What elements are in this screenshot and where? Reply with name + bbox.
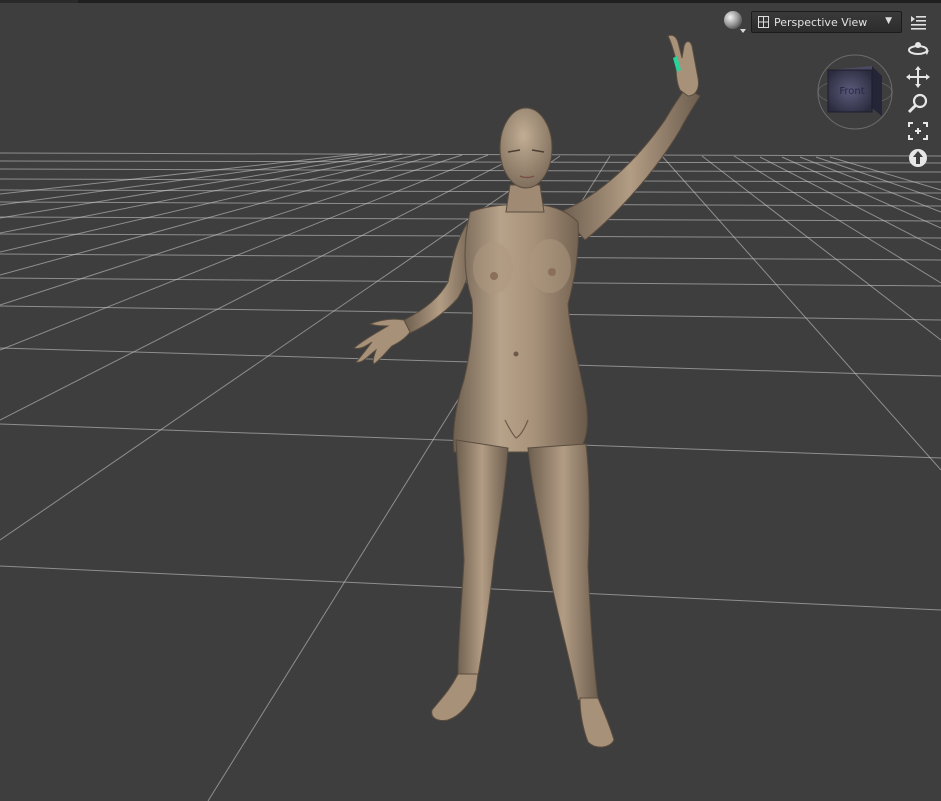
viewport-options-button[interactable] bbox=[908, 12, 928, 32]
chevron-down-icon: ▼ bbox=[885, 16, 892, 26]
home-view-button[interactable] bbox=[906, 147, 930, 169]
view-select-label: Perspective View bbox=[774, 16, 868, 29]
view-select-dropdown[interactable]: Perspective View ▼ bbox=[751, 11, 902, 33]
frame-tool-button[interactable] bbox=[906, 120, 930, 142]
viewport-top-border bbox=[0, 0, 941, 3]
orbit-tool-button[interactable] bbox=[906, 38, 930, 60]
zoom-tool-button[interactable] bbox=[906, 93, 930, 115]
scene-canvas[interactable] bbox=[0, 0, 941, 801]
pan-tool-button[interactable] bbox=[906, 66, 930, 88]
draw-style-button[interactable] bbox=[722, 9, 750, 35]
frame-icon bbox=[908, 122, 928, 140]
orbit-icon bbox=[908, 42, 929, 55]
human-figure[interactable] bbox=[352, 34, 701, 748]
home-icon bbox=[909, 149, 927, 167]
layout-grid-icon bbox=[758, 16, 769, 31]
panel-menu-icon bbox=[911, 16, 926, 30]
3d-viewport[interactable]: Perspective View ▼ Front bbox=[0, 0, 941, 801]
magnify-icon bbox=[907, 93, 928, 114]
view-cube[interactable] bbox=[815, 54, 895, 134]
pan-icon bbox=[906, 66, 930, 88]
sphere-icon bbox=[724, 11, 746, 33]
